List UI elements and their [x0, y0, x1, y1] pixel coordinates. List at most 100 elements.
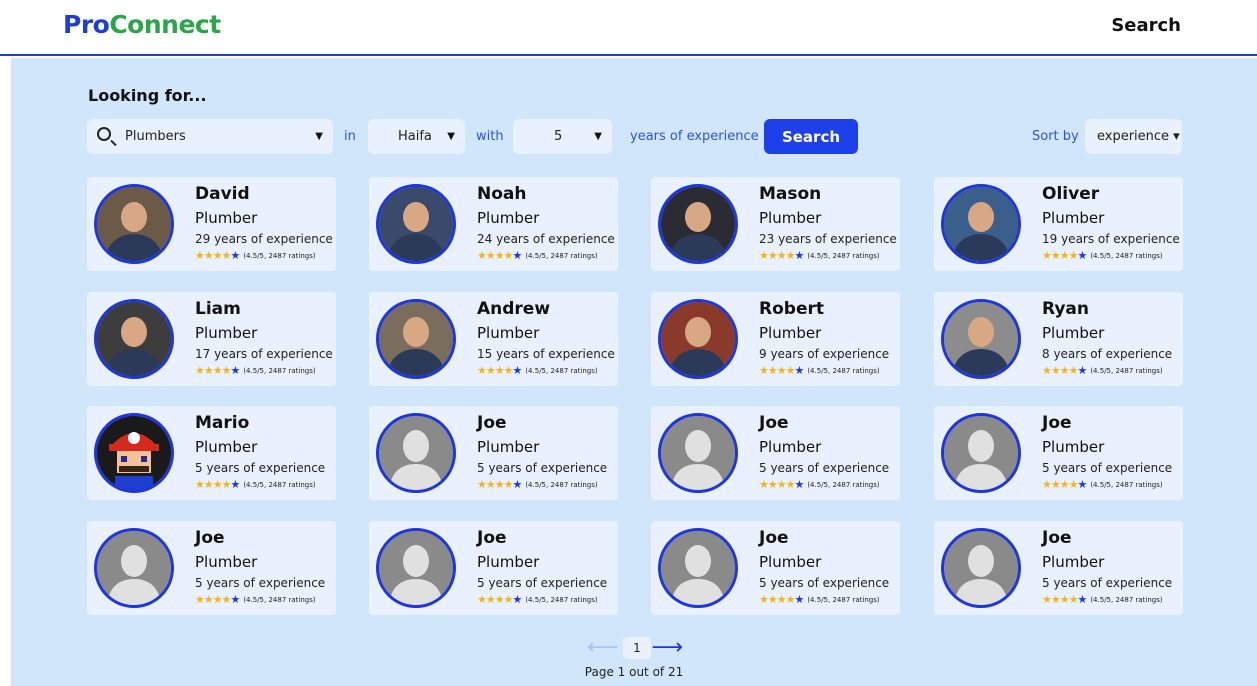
person-placeholder-icon	[944, 416, 1018, 490]
card-rating: ★★★★★ (4.5/5, 2487 ratings)	[759, 364, 880, 377]
card-rating: ★★★★★ (4.5/5, 2487 ratings)	[1042, 593, 1163, 606]
rating-text: (4.5/5, 2487 ratings)	[525, 595, 598, 604]
rating-text: (4.5/5, 2487 ratings)	[1090, 251, 1163, 260]
avatar	[658, 413, 738, 493]
arrow-right-icon[interactable]: ⟶	[651, 636, 683, 660]
profile-photo	[379, 302, 453, 376]
result-card[interactable]: Mason Plumber 23 years of experience ★★★★★(…	[651, 177, 900, 271]
profession-value: Plumbers	[125, 129, 186, 144]
avatar	[941, 528, 1021, 608]
rating-text: (4.5/5, 2487 ratings)	[243, 595, 316, 604]
page-info: Page 1 out of 21	[584, 665, 684, 679]
card-title: Plumber	[477, 209, 540, 227]
card-title: Plumber	[195, 438, 258, 456]
card-rating: ★★★★★ (4.5/5, 2487 ratings)	[477, 478, 598, 491]
avatar	[94, 184, 174, 264]
avatar	[376, 184, 456, 264]
card-title: Plumber	[759, 553, 822, 571]
result-card[interactable]: David Plumber 29 years of experience ★★★★★(…	[87, 177, 336, 271]
card-experience: 23 years of experience	[759, 232, 897, 246]
card-experience: 5 years of experience	[477, 461, 608, 475]
card-title: Plumber	[195, 324, 258, 342]
pagination: ⟵ 1 ⟶	[587, 636, 683, 660]
avatar	[658, 184, 738, 264]
card-title: Plumber	[1042, 209, 1105, 227]
card-name: Andrew	[477, 299, 551, 319]
logo[interactable]: ProConnect	[63, 10, 221, 39]
card-title: Plumber	[477, 438, 540, 456]
city-select[interactable]: Haifa ▼	[368, 119, 465, 154]
star-rating-icon: ★★★★★	[477, 364, 522, 377]
card-title: Plumber	[195, 209, 258, 227]
chevron-down-icon: ▼	[447, 131, 455, 142]
result-card[interactable]: Joe Plumber 5 years of experience ★★★★★ (4.5…	[651, 521, 900, 615]
sort-select[interactable]: experience ▾	[1085, 119, 1182, 154]
avatar	[376, 299, 456, 379]
card-name: Joe	[759, 413, 789, 433]
search-icon	[97, 127, 111, 141]
card-title: Plumber	[759, 324, 822, 342]
avatar	[658, 528, 738, 608]
card-experience: 24 years of experience	[477, 232, 615, 246]
card-rating: ★★★★★ (4.5/5, 2487 ratings)	[1042, 249, 1163, 262]
result-card[interactable]: Joe Plumber 5 years of experience ★★★★★ (4.5…	[934, 406, 1183, 500]
card-experience: 9 years of experience	[759, 347, 890, 361]
result-card[interactable]: Joe Plumber 5 years of experience ★★★★★ (4.5…	[369, 406, 618, 500]
rating-text: (4.5/5, 2487 ratings)	[1090, 595, 1163, 604]
card-experience: 5 years of experience	[1042, 576, 1173, 590]
sort-by-label: Sort by	[1032, 129, 1079, 144]
profile-photo	[97, 187, 171, 261]
result-card[interactable]: Ryan Plumber 8 years of experience ★★★★★ (4.…	[934, 292, 1183, 386]
profile-photo	[661, 187, 735, 261]
result-card[interactable]: Joe Plumber 5 years of experience ★★★★★ (4.5…	[651, 406, 900, 500]
current-page[interactable]: 1	[623, 637, 651, 659]
result-card[interactable]: Robert Plumber 9 years of experience ★★★★★(…	[651, 292, 900, 386]
card-rating: ★★★★★ (4.5/5, 2487 ratings)	[477, 364, 598, 377]
card-name: Mason	[759, 184, 822, 204]
card-experience: 5 years of experience	[195, 576, 326, 590]
card-experience: 8 years of experience	[1042, 347, 1173, 361]
result-card[interactable]: Mario Plumber 5 years of experience ★★★★★ (4…	[87, 406, 336, 500]
star-rating-icon: ★★★★★	[1042, 478, 1087, 491]
card-name: Robert	[759, 299, 824, 319]
years-select[interactable]: 5 ▼	[513, 119, 612, 154]
profile-photo	[97, 302, 171, 376]
chevron-down-icon: ▼	[315, 131, 323, 142]
nav-search-link[interactable]: Search	[1111, 15, 1181, 36]
avatar	[658, 299, 738, 379]
card-title: Plumber	[759, 209, 822, 227]
person-placeholder-icon	[379, 416, 453, 490]
card-rating: ★★★★★ (4.5/5, 2487 ratings)	[195, 364, 316, 377]
card-rating: ★★★★★ (4.5/5, 2487 ratings)	[195, 478, 316, 491]
star-rating-icon: ★★★★★	[1042, 249, 1087, 262]
arrow-left-icon[interactable]: ⟵	[587, 636, 619, 660]
result-card[interactable]: Joe Plumber 5 years of experience ★★★★★ (4.5…	[87, 521, 336, 615]
star-rating-icon: ★★★★★	[759, 249, 804, 262]
profile-photo	[379, 187, 453, 261]
star-rating-icon: ★★★★★	[195, 249, 240, 262]
main-content: Looking for... Plumbers ▼ in Haifa ▼ wit…	[11, 58, 1257, 686]
in-label: in	[344, 129, 356, 144]
result-card[interactable]: Joe Plumber 5 years of experience ★★★★★ (4.5…	[369, 521, 618, 615]
result-card[interactable]: Joe Plumber 5 years of experience ★★★★★ (4.5…	[934, 521, 1183, 615]
result-card[interactable]: Liam Plumber 17 years of experience ★★★★★ (4…	[87, 292, 336, 386]
card-rating: ★★★★★ (4.5/5, 2487 ratings)	[759, 478, 880, 491]
star-rating-icon: ★★★★★	[759, 478, 804, 491]
profession-select[interactable]: Plumbers ▼	[87, 119, 333, 154]
years-suffix-label: years of experience	[630, 129, 759, 144]
card-experience: 15 years of experience	[477, 347, 615, 361]
card-name: Joe	[1042, 528, 1072, 548]
card-name: David	[195, 184, 250, 204]
card-rating: ★★★★★ (4.5/5, 2487 ratings)	[759, 593, 880, 606]
card-name: Mario	[195, 413, 250, 433]
card-title: Plumber	[1042, 324, 1105, 342]
avatar	[941, 184, 1021, 264]
result-card[interactable]: Noah Plumber 24 years of experience ★★★★★ (4…	[369, 177, 618, 271]
star-rating-icon: ★★★★★	[195, 364, 240, 377]
star-rating-icon: ★★★★★	[759, 593, 804, 606]
avatar	[94, 299, 174, 379]
search-button[interactable]: Search	[764, 119, 858, 154]
result-card[interactable]: Oliver Plumber 19 years of experience ★★★★★…	[934, 177, 1183, 271]
rating-text: (4.5/5, 2487 ratings)	[243, 251, 316, 260]
result-card[interactable]: Andrew Plumber 15 years of experience ★★★★★…	[369, 292, 618, 386]
